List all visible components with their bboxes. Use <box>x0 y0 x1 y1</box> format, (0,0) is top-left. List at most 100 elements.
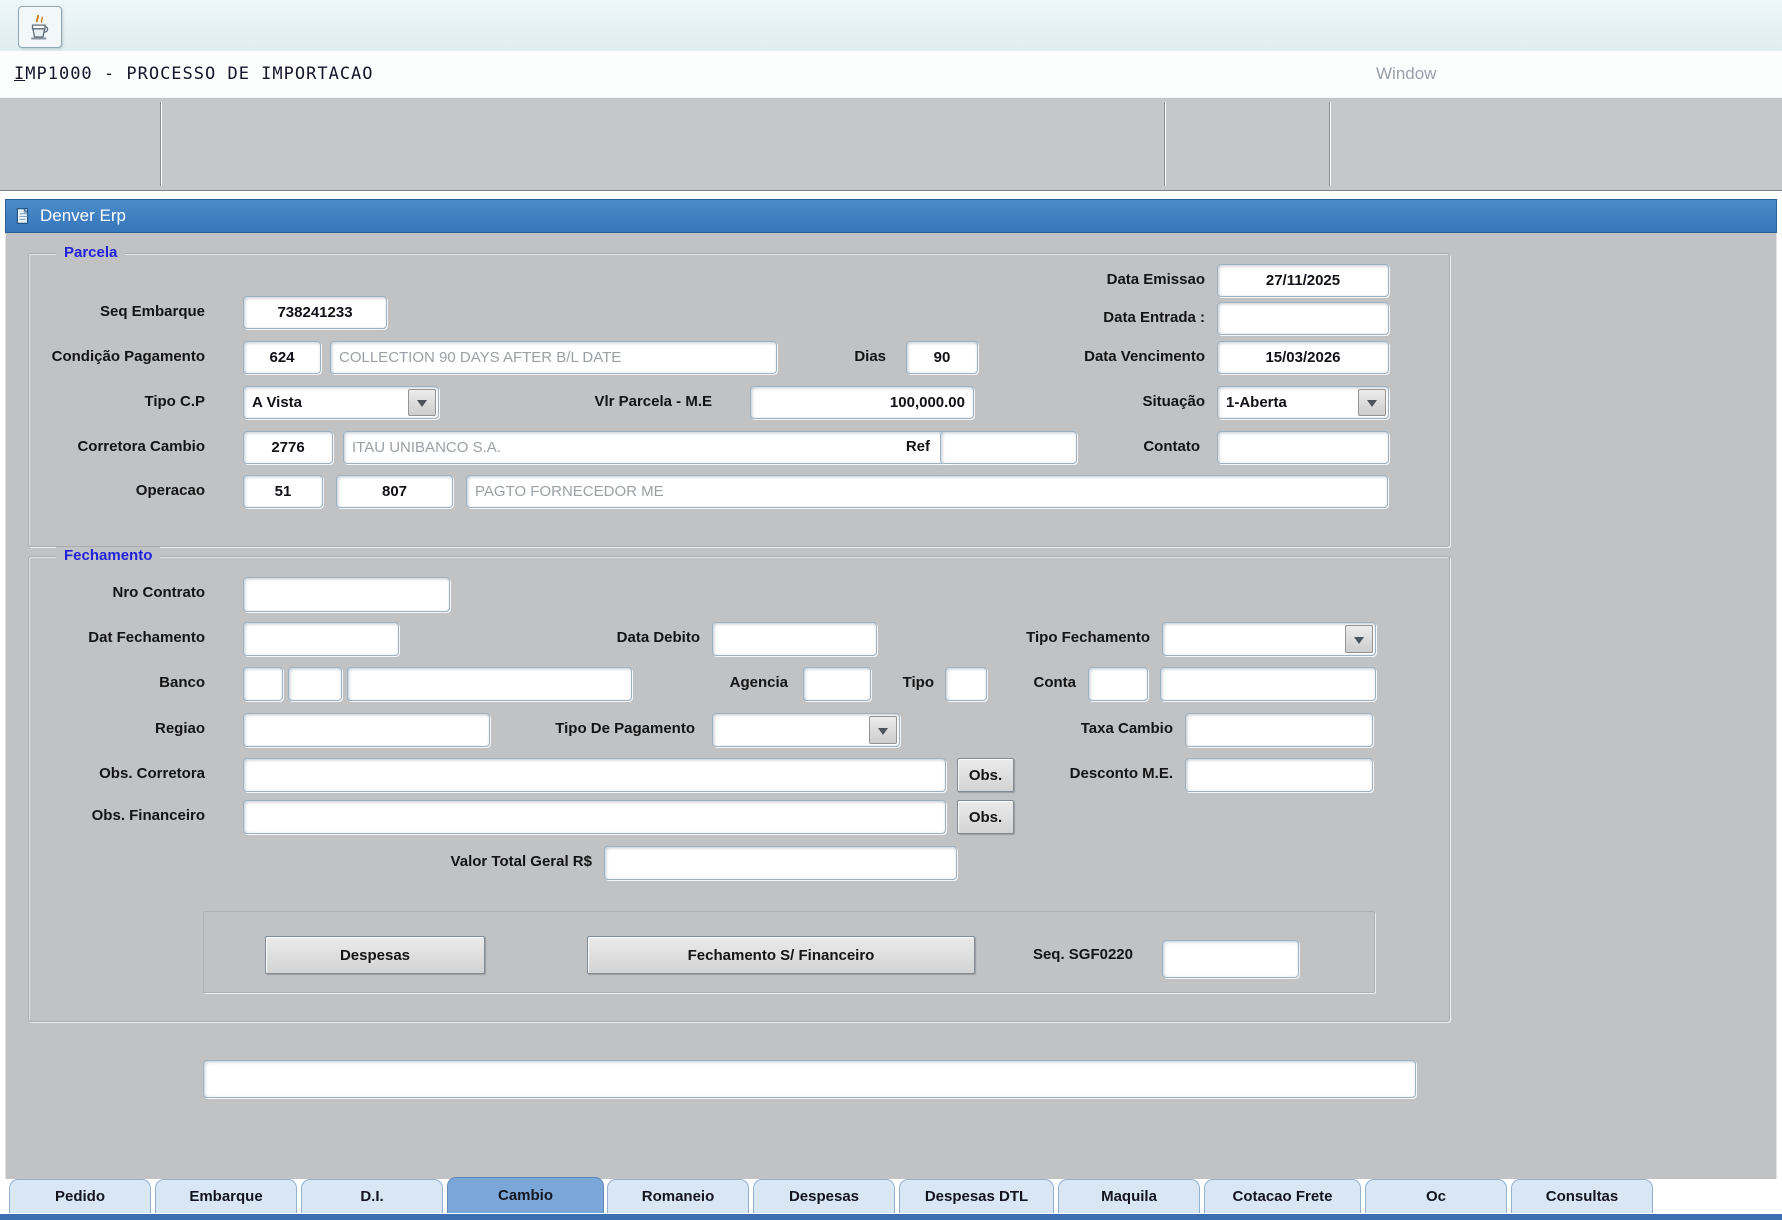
operacao-descricao-field: PAGTO FORNECEDOR ME <box>466 475 1388 508</box>
child-window-title: Denver Erp <box>40 206 126 226</box>
conta-label: Conta <box>1020 674 1076 691</box>
tipo-field[interactable] <box>945 667 987 701</box>
obs-financeiro-field[interactable] <box>243 800 946 834</box>
taxa-cambio-label: Taxa Cambio <box>1055 720 1173 737</box>
java-coffee-icon[interactable] <box>18 6 62 48</box>
tipo-fechamento-label: Tipo Fechamento <box>1000 629 1150 646</box>
corretora-cambio-label: Corretora Cambio <box>30 438 205 455</box>
tab-oc[interactable]: Oc <box>1365 1179 1507 1213</box>
desconto-me-field[interactable] <box>1185 758 1373 792</box>
situacao-value: 1-Aberta <box>1226 394 1287 411</box>
obs-corretora-field[interactable] <box>243 758 946 792</box>
despesas-button[interactable]: Despesas <box>265 936 485 974</box>
tab-maquila[interactable]: Maquila <box>1058 1179 1200 1213</box>
java-window-topbar <box>0 0 1782 52</box>
valor-total-geral-label: Valor Total Geral R$ <box>419 853 592 870</box>
obs-financeiro-label: Obs. Financeiro <box>30 807 205 824</box>
chevron-down-icon[interactable] <box>869 716 897 744</box>
tab-pedido[interactable]: Pedido <box>9 1179 151 1213</box>
toolbar-separator <box>1329 102 1331 186</box>
seq-embarque-field[interactable]: 738241233 <box>243 296 387 329</box>
menu-title-mnemonic: I <box>14 64 25 84</box>
seq-sgf0220-field[interactable] <box>1162 940 1299 978</box>
dias-field[interactable]: 90 <box>906 341 978 374</box>
toolbar-separator <box>1164 102 1166 186</box>
taxa-cambio-field[interactable] <box>1185 713 1373 747</box>
document-icon <box>14 207 32 225</box>
regiao-field[interactable] <box>243 713 490 747</box>
situacao-dropdown[interactable]: 1-Aberta <box>1217 386 1389 419</box>
condicao-pagamento-label: Condição Pagamento <box>20 348 205 365</box>
valor-total-geral-field[interactable] <box>604 846 957 880</box>
tipo-cp-value: A Vista <box>252 394 302 411</box>
obs-financeiro-button[interactable]: Obs. <box>957 800 1014 834</box>
data-vencimento-field[interactable]: 15/03/2026 <box>1217 341 1389 374</box>
regiao-label: Regiao <box>30 720 205 737</box>
tab-romaneio[interactable]: Romaneio <box>607 1179 749 1213</box>
ref-field[interactable] <box>940 431 1077 464</box>
corretora-cambio-code-field[interactable]: 2776 <box>243 431 333 464</box>
data-entrada-label: Data Entrada : <box>1020 309 1205 326</box>
ref-label: Ref <box>860 438 930 455</box>
tipo-cp-label: Tipo C.P <box>30 393 205 410</box>
toolbar-separator <box>160 102 162 186</box>
dat-fechamento-field[interactable] <box>243 622 399 656</box>
data-vencimento-label: Data Vencimento <box>1020 348 1205 365</box>
obs-corretora-button[interactable]: Obs. <box>957 758 1014 792</box>
dat-fechamento-label: Dat Fechamento <box>20 629 205 646</box>
banco-code2-field[interactable] <box>288 667 342 701</box>
tab-embarque[interactable]: Embarque <box>155 1179 297 1213</box>
child-window-titlebar[interactable]: Denver Erp <box>5 199 1777 233</box>
tab-di[interactable]: D.I. <box>301 1179 443 1213</box>
chevron-down-icon[interactable] <box>1345 625 1373 653</box>
nro-contrato-label: Nro Contrato <box>30 584 205 601</box>
window-bottom-border <box>0 1214 1782 1220</box>
tipo-label: Tipo <box>890 674 934 691</box>
tab-consultas[interactable]: Consultas <box>1511 1179 1653 1213</box>
message-line-field <box>203 1060 1416 1098</box>
obs-corretora-label: Obs. Corretora <box>30 765 205 782</box>
tipo-pagamento-dropdown[interactable] <box>712 713 900 747</box>
seq-sgf0220-label: Seq. SGF0220 <box>1020 946 1133 963</box>
tab-despesas-dtl[interactable]: Despesas DTL <box>899 1179 1054 1213</box>
condicao-pagamento-code-field[interactable]: 624 <box>243 341 321 374</box>
tipo-pagamento-label: Tipo De Pagamento <box>540 720 695 737</box>
menu-item-window[interactable]: Window <box>1376 51 1436 97</box>
tipo-fechamento-dropdown[interactable] <box>1162 622 1376 656</box>
conta-numero-field[interactable] <box>1160 667 1376 701</box>
operacao-code2-field[interactable]: 807 <box>336 475 453 508</box>
fechamento-legend: Fechamento <box>56 547 160 564</box>
chevron-down-icon[interactable] <box>408 389 436 416</box>
data-entrada-field[interactable] <box>1217 302 1389 335</box>
vlr-parcela-field[interactable]: 100,000.00 <box>750 386 974 419</box>
nro-contrato-field[interactable] <box>243 577 450 612</box>
banco-code1-field[interactable] <box>243 667 283 701</box>
agencia-label: Agencia <box>712 674 788 691</box>
data-debito-label: Data Debito <box>607 629 700 646</box>
condicao-pagamento-descricao-field: COLLECTION 90 DAYS AFTER B/L DATE <box>330 341 777 374</box>
contato-label: Contato <box>1080 438 1200 455</box>
banco-nome-field[interactable] <box>347 667 632 701</box>
desconto-me-label: Desconto M.E. <box>1048 765 1173 782</box>
vlr-parcela-label: Vlr Parcela - M.E <box>530 393 712 410</box>
conta-code-field[interactable] <box>1088 667 1148 701</box>
data-debito-field[interactable] <box>712 622 877 656</box>
data-emissao-field[interactable]: 27/11/2025 <box>1217 264 1389 297</box>
toolbar: ? ? Menu IMP1000 Usuario <box>0 97 1782 191</box>
tab-cotacao-frete[interactable]: Cotacao Frete <box>1204 1179 1361 1213</box>
data-emissao-label: Data Emissao <box>1020 271 1205 288</box>
tipo-cp-dropdown[interactable]: A Vista <box>243 386 439 419</box>
fechamento-s-financeiro-button[interactable]: Fechamento S/ Financeiro <box>587 936 975 974</box>
agencia-field[interactable] <box>803 667 871 701</box>
situacao-label: Situação <box>1020 393 1205 410</box>
tab-despesas[interactable]: Despesas <box>753 1179 895 1213</box>
chevron-down-icon[interactable] <box>1358 389 1386 416</box>
dias-label: Dias <box>800 348 886 365</box>
banco-label: Banco <box>30 674 205 691</box>
operacao-label: Operacao <box>30 482 205 499</box>
menu-item-imp1000[interactable]: IMP1000 - PROCESSO DE IMPORTACAO <box>14 51 374 97</box>
menu-title-text: MP1000 - PROCESSO DE IMPORTACAO <box>25 64 373 84</box>
operacao-code1-field[interactable]: 51 <box>243 475 323 508</box>
contato-field[interactable] <box>1217 431 1389 464</box>
tab-cambio[interactable]: Cambio <box>447 1177 604 1213</box>
